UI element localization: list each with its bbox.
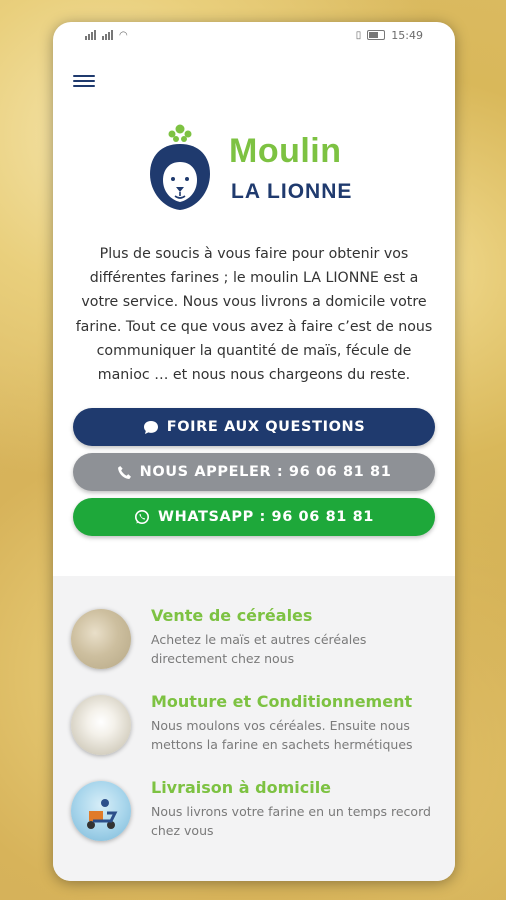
service-item[interactable]: Livraison à domicile Nous livrons votre …	[71, 778, 441, 848]
service-desc: Achetez le maïs et autres céréales direc…	[151, 632, 367, 666]
signal-icon-2	[102, 30, 113, 40]
faq-label: FOIRE AUX QUESTIONS	[166, 419, 366, 435]
menu-icon[interactable]	[73, 72, 95, 90]
service-title: Livraison à domicile	[151, 778, 332, 797]
faq-button[interactable]: FOIRE AUX QUESTIONS	[73, 408, 435, 446]
service-title: Vente de céréales	[151, 606, 313, 625]
brand-name-line1: Moulin	[229, 132, 342, 170]
cereals-image	[71, 609, 131, 669]
whatsapp-label: WHATSAPP : 96 06 81 81	[158, 509, 374, 525]
intro-text: Plus de soucis à vous faire pour obtenir…	[75, 246, 433, 384]
service-desc: Nous moulons vos céréales. Ensuite nous …	[151, 718, 413, 752]
clock: 15:49	[391, 28, 423, 42]
brand-name-line2: LA LIONNE	[231, 180, 353, 203]
service-item[interactable]: Mouture et Conditionnement Nous moulons …	[71, 692, 441, 762]
phone-icon	[117, 465, 131, 479]
whatsapp-button[interactable]: WHATSAPP : 96 06 81 81	[73, 498, 435, 536]
wifi-icon: ◠	[119, 29, 128, 41]
battery-icon	[367, 30, 386, 40]
lion-icon	[150, 124, 210, 210]
vibrate-icon: ▯	[355, 29, 362, 41]
app-screen: ◠ ▯ 15:49 Moulin LA LIONNE Plus de souci…	[53, 22, 455, 881]
call-label: NOUS APPELER : 96 06 81 81	[139, 464, 392, 480]
status-bar: ◠ ▯ 15:49	[53, 22, 455, 48]
whatsapp-icon	[135, 510, 149, 524]
delivery-image	[71, 781, 131, 841]
brand-logo: Moulin LA LIONNE	[145, 122, 365, 214]
chat-icon	[143, 420, 158, 434]
delivery-scooter-icon	[87, 799, 118, 829]
services-section: Vente de céréales Achetez le maïs et aut…	[53, 576, 455, 881]
flour-image	[71, 695, 131, 755]
signal-group: ◠	[85, 30, 128, 41]
service-desc: Nous livrons votre farine en un temps re…	[151, 804, 431, 838]
signal-icon	[85, 30, 96, 40]
service-item[interactable]: Vente de céréales Achetez le maïs et aut…	[71, 606, 441, 676]
call-button[interactable]: NOUS APPELER : 96 06 81 81	[73, 453, 435, 491]
service-title: Mouture et Conditionnement	[151, 692, 413, 711]
status-right: ▯ 15:49	[356, 29, 423, 42]
